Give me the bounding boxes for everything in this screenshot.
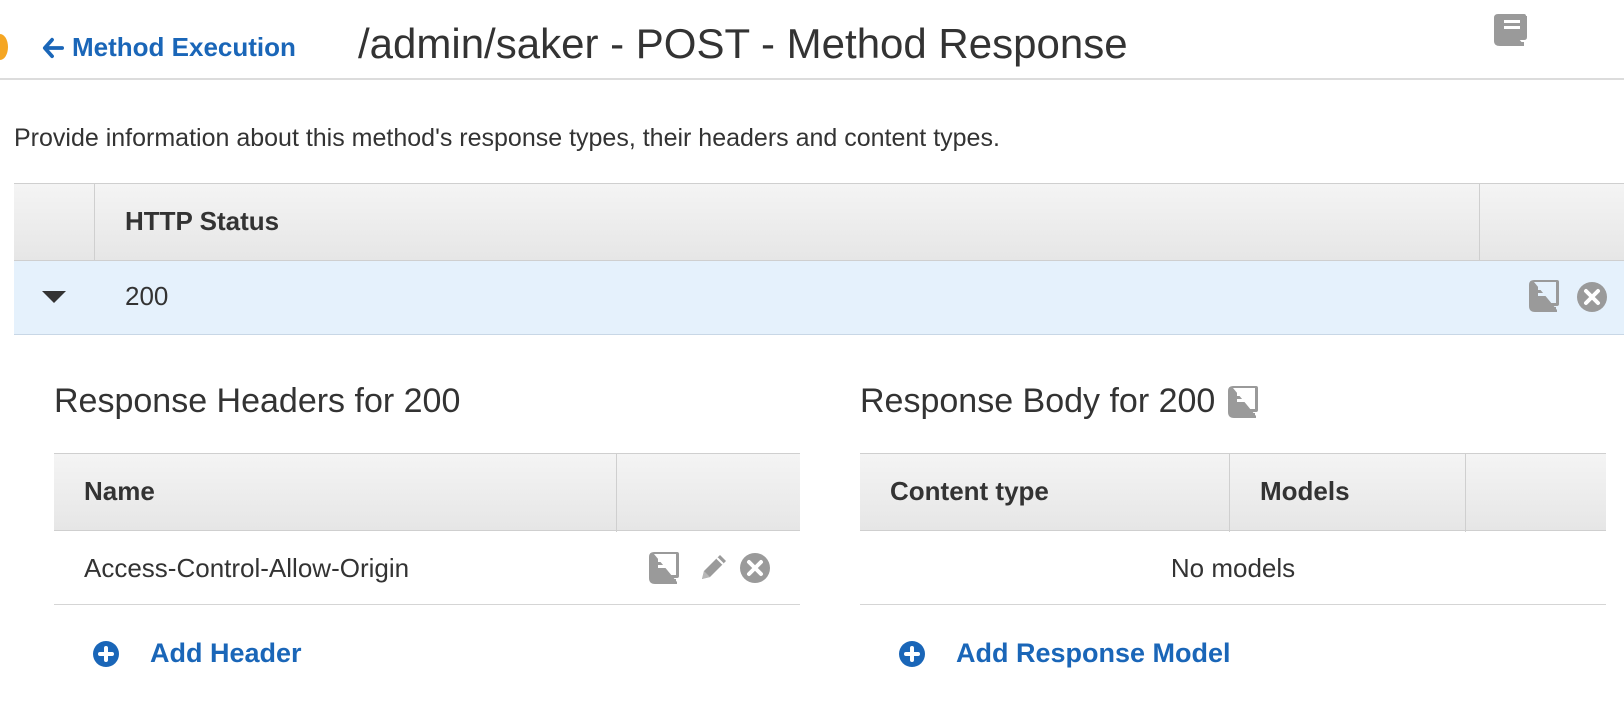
content-type-column-header: Content type: [890, 476, 1049, 506]
status-table-header: HTTP Status: [14, 183, 1624, 262]
add-header-button[interactable]: Add Header: [92, 638, 302, 669]
table-row: No models: [860, 531, 1606, 605]
column-divider: [616, 454, 617, 532]
header-divider: [0, 78, 1624, 80]
add-response-model-label: Add Response Model: [956, 638, 1231, 668]
column-divider: [1479, 184, 1480, 262]
back-link-label: Method Execution: [72, 32, 296, 62]
plus-circle-icon: [93, 640, 119, 667]
http-status-column-header: HTTP Status: [125, 206, 280, 236]
response-headers-table-header: Name: [54, 453, 800, 532]
header-name: Access-Control-Allow-Origin: [84, 553, 410, 583]
response-headers-title: Response Headers for 200: [54, 382, 461, 420]
method-execution-back-link[interactable]: Method Execution: [42, 32, 296, 63]
table-row: Access-Control-Allow-Origin: [54, 531, 800, 605]
column-divider: [1465, 454, 1466, 532]
page-title: /admin/saker - POST - Method Response: [358, 20, 1128, 67]
book-icon[interactable]: [1490, 10, 1530, 48]
caret-down-icon[interactable]: [42, 291, 66, 303]
page-description: Provide information about this method's …: [14, 124, 1000, 152]
add-response-model-button[interactable]: Add Response Model: [898, 638, 1231, 669]
column-divider: [94, 184, 95, 262]
http-status-table: HTTP Status 200: [14, 183, 1624, 336]
close-circle-icon[interactable]: [1576, 281, 1608, 313]
no-models-text: No models: [1170, 553, 1296, 583]
close-circle-icon[interactable]: [738, 551, 772, 585]
status-indicator-dot: [0, 34, 8, 60]
response-body-table-header: Content type Models: [860, 453, 1606, 532]
add-header-label: Add Header: [150, 638, 302, 668]
column-divider: [1229, 454, 1230, 532]
name-column-header: Name: [84, 476, 155, 506]
models-column-header: Models: [1260, 476, 1350, 506]
book-icon[interactable]: [1225, 385, 1259, 419]
arrow-left-icon: [42, 37, 64, 58]
book-icon[interactable]: [1526, 279, 1560, 313]
book-icon[interactable]: [646, 551, 680, 585]
response-body-title: Response Body for 200: [860, 382, 1216, 420]
status-code: 200: [125, 281, 169, 311]
response-body-title-wrap: Response Body for 200: [860, 382, 1259, 421]
plus-circle-icon: [899, 640, 925, 667]
status-row-200[interactable]: 200: [14, 261, 1624, 335]
pencil-icon[interactable]: [696, 551, 730, 585]
